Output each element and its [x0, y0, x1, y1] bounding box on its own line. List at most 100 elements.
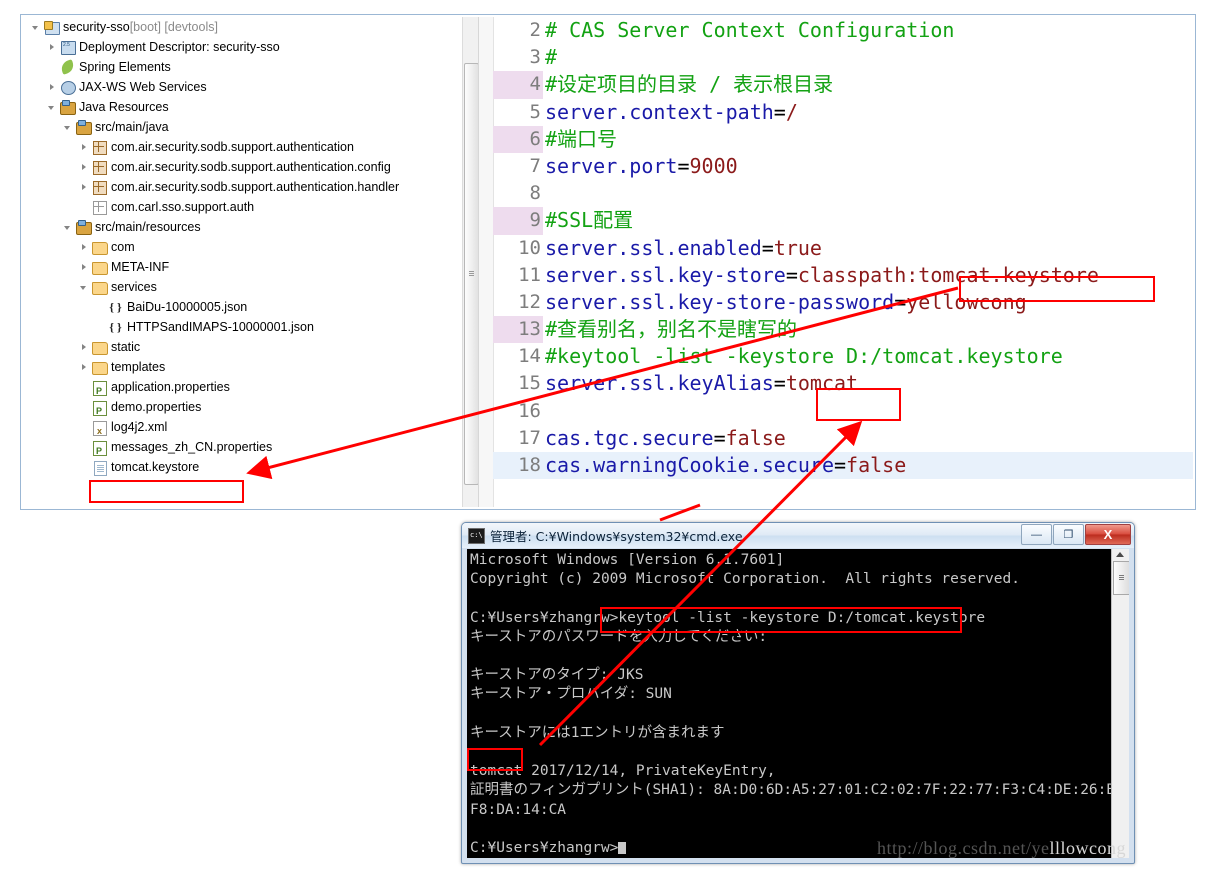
line-text: cas.warningCookie.secure=false	[543, 452, 906, 479]
blog-watermark: http://blog.csdn.net/yelllowcong	[877, 838, 1126, 859]
tree-item-label: log4j2.xml	[111, 420, 168, 434]
console-scrollbar-thumb[interactable]	[1113, 561, 1129, 595]
code-token: false	[725, 425, 786, 450]
editor-line[interactable]: 5 server.context-path=/	[493, 99, 1193, 126]
line-number: 17	[518, 426, 541, 449]
tree-item-templates[interactable]: templates	[23, 357, 478, 377]
tomcat-keystore-file-box	[89, 480, 244, 503]
properties-file-editor[interactable]: 2 # CAS Server Context Configuration 3 #4 #设…	[479, 17, 1193, 507]
folder-icon	[91, 279, 108, 295]
tree-item-com[interactable]: com	[23, 237, 478, 257]
tree-item-baidu-10000005-json[interactable]: { } BaiDu-10000005.json	[23, 297, 478, 317]
chevron-closed-icon[interactable]	[79, 242, 90, 253]
editor-line[interactable]: 7 server.port=9000	[493, 153, 1193, 180]
chevron-open-icon[interactable]	[63, 222, 74, 233]
chevron-closed-icon[interactable]	[79, 162, 90, 173]
editor-line[interactable]: 2 # CAS Server Context Configuration	[493, 17, 1193, 44]
tree-item-label: src/main/java	[95, 120, 169, 134]
editor-line[interactable]: 17 cas.tgc.secure=false	[493, 425, 1193, 452]
tree-item-src-main-java[interactable]: src/main/java	[23, 117, 478, 137]
code-token: =	[677, 153, 690, 178]
tree-item-deployment-descriptor-security-sso[interactable]: Deployment Descriptor: security-sso	[23, 35, 478, 57]
editor-line[interactable]: 13 #查看别名，别名不是瞎写的	[493, 316, 1193, 344]
code-token: =	[894, 289, 907, 314]
keytool-command-box	[600, 607, 962, 633]
close-button[interactable]: X	[1085, 524, 1131, 545]
tree-item-meta-inf[interactable]: META-INF	[23, 257, 478, 277]
tree-item-spring-elements[interactable]: Spring Elements	[23, 57, 478, 77]
command-prompt-body[interactable]: Microsoft Windows [Version 6.1.7601] Copy…	[467, 549, 1129, 858]
editor-line[interactable]: 8	[493, 180, 1193, 207]
package-icon	[91, 159, 108, 175]
tree-item-application-properties[interactable]: application.properties	[23, 377, 478, 401]
tree-item-httpsandimaps-10000001-json[interactable]: { } HTTPSandIMAPS-10000001.json	[23, 317, 478, 337]
line-text: # CAS Server Context Configuration	[543, 17, 954, 44]
chevron-closed-icon[interactable]	[79, 362, 90, 373]
tree-item-log4j2-xml[interactable]: log4j2.xml	[23, 417, 478, 441]
chevron-closed-icon[interactable]	[79, 142, 90, 153]
editor-line[interactable]: 3 #	[493, 44, 1193, 71]
tree-item-com-carl-sso-support-auth[interactable]: com.carl.sso.support.auth	[23, 197, 478, 217]
properties-icon	[91, 439, 108, 461]
eclipse-ide-window: security-sso [boot] [devtools] Deployment…	[20, 14, 1196, 510]
tree-item-label: com	[111, 240, 135, 254]
tree-item-jax-ws-web-services[interactable]: JAX-WS Web Services	[23, 77, 478, 97]
tree-item-tomcat-keystore[interactable]: tomcat.keystore	[23, 457, 478, 477]
editor-line[interactable]: 9 #SSL配置	[493, 207, 1193, 235]
code-token: false	[846, 453, 907, 477]
scroll-up-arrow-icon[interactable]	[1116, 552, 1124, 557]
editor-line[interactable]: 4 #设定项目的目录 / 表示根目录	[493, 71, 1193, 99]
editor-line[interactable]: 18 cas.warningCookie.secure=false	[493, 452, 1193, 480]
line-number: 4	[493, 71, 543, 99]
tree-item-services[interactable]: services	[23, 277, 478, 297]
project-explorer-tree[interactable]: security-sso [boot] [devtools] Deployment…	[23, 17, 479, 507]
chevron-closed-icon[interactable]	[47, 42, 58, 53]
tree-item-static[interactable]: static	[23, 337, 478, 357]
tree-rows[interactable]: security-sso [boot] [devtools] Deployment…	[23, 17, 478, 477]
code-token: =	[833, 453, 847, 477]
chevron-closed-icon[interactable]	[79, 262, 90, 273]
chevron-open-icon[interactable]	[63, 122, 74, 133]
tree-item-com-air-security-sodb-support-authentica[interactable]: com.air.security.sodb.support.authentica…	[23, 137, 478, 157]
chevron-closed-icon[interactable]	[47, 82, 58, 93]
tree-vertical-scrollbar[interactable]	[462, 17, 478, 507]
tree-item-src-main-resources[interactable]: src/main/resources	[23, 217, 478, 237]
tree-item-security-sso[interactable]: security-sso [boot] [devtools]	[23, 17, 478, 37]
tree-scrollbar-thumb[interactable]	[464, 63, 478, 485]
tree-item-com-air-security-sodb-support-authentica[interactable]: com.air.security.sodb.support.authentica…	[23, 157, 478, 177]
code-token: #设定项目的目录 / 表示根目录	[545, 72, 834, 97]
tree-item-label: tomcat.keystore	[111, 460, 200, 474]
line-number: 14	[518, 345, 541, 368]
chevron-open-icon[interactable]	[47, 102, 58, 113]
console-vertical-scrollbar[interactable]	[1111, 549, 1129, 858]
console-output-text: Microsoft Windows [Version 6.1.7601] Copy…	[470, 552, 1129, 857]
tree-item-com-air-security-sodb-support-authentica[interactable]: com.air.security.sodb.support.authentica…	[23, 177, 478, 197]
line-number: 5	[529, 100, 541, 123]
tomcat-keystore-value-box	[959, 276, 1155, 302]
minimize-button[interactable]: —	[1021, 524, 1052, 545]
chevron-open-icon[interactable]	[31, 22, 42, 33]
line-text: #keytool -list -keystore D:/tomcat.keyst…	[543, 343, 1063, 370]
watermark-light-part: lllowcong	[1049, 838, 1126, 858]
line-text: server.ssl.enabled=true	[543, 235, 822, 262]
chevron-open-icon[interactable]	[79, 282, 90, 293]
tree-item-java-resources[interactable]: Java Resources	[23, 97, 478, 117]
editor-marker-bar	[479, 17, 494, 507]
editor-line[interactable]: 14 #keytool -list -keystore D:/tomcat.key…	[493, 343, 1193, 370]
tree-item-messages-zh-cn-properties[interactable]: messages_zh_CN.properties	[23, 437, 478, 461]
maximize-button[interactable]: ❐	[1053, 524, 1084, 545]
tree-item-label: templates	[111, 360, 166, 374]
tree-item-label: security-sso	[63, 20, 130, 34]
command-prompt-title-bar[interactable]: 管理者: C:¥Windows¥system32¥cmd.exe — ❐ X	[462, 523, 1134, 548]
editor-line[interactable]: 6 #端口号	[493, 125, 1193, 153]
line-number: 15	[518, 372, 541, 395]
chevron-closed-icon[interactable]	[79, 182, 90, 193]
code-token: server.port	[545, 153, 678, 178]
code-token: #SSL配置	[545, 208, 634, 233]
editor-line[interactable]: 10 server.ssl.enabled=true	[493, 235, 1193, 262]
tree-item-demo-properties[interactable]: demo.properties	[23, 397, 478, 421]
chevron-closed-icon[interactable]	[79, 342, 90, 353]
